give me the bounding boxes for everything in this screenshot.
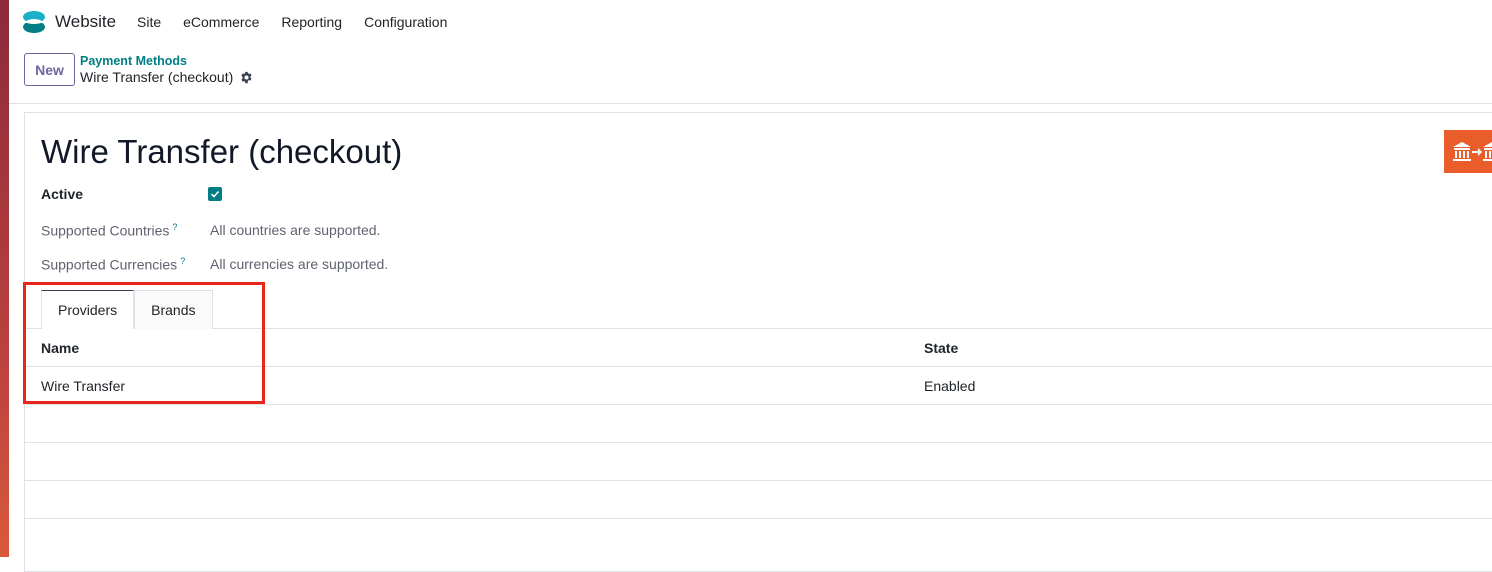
active-label: Active <box>41 186 84 202</box>
help-tooltip-icon[interactable]: ? <box>172 222 177 232</box>
breadcrumb-parent[interactable]: Payment Methods <box>80 54 187 68</box>
empty-table-row <box>25 481 1492 519</box>
cell-provider-state: Enabled <box>924 378 976 394</box>
supported-countries-label-text: Supported Countries <box>41 222 170 239</box>
menu-item-site[interactable]: Site <box>137 14 161 30</box>
breadcrumb-current-label: Wire Transfer (checkout) <box>80 69 234 85</box>
control-panel: New Payment Methods Wire Transfer (check… <box>9 44 1492 104</box>
new-button[interactable]: New <box>24 53 75 86</box>
table-row[interactable]: Wire Transfer Enabled <box>25 367 1492 405</box>
supported-currencies-label: Supported Currencies? <box>41 256 185 273</box>
menu-item-configuration[interactable]: Configuration <box>364 14 447 30</box>
form-sheet: Wire Transfer (checkout) Active Supporte… <box>24 112 1492 572</box>
record-title[interactable]: Wire Transfer (checkout) <box>41 133 402 171</box>
supported-currencies-value: All currencies are supported. <box>210 256 389 272</box>
column-header-state[interactable]: State <box>924 340 958 356</box>
app-name[interactable]: Website <box>55 12 116 32</box>
website-app-icon[interactable] <box>21 10 47 34</box>
bank-transfer-icon <box>1444 130 1492 173</box>
providers-table: Name State Wire Transfer Enabled <box>25 329 1492 519</box>
active-checkbox[interactable] <box>208 187 222 201</box>
supported-countries-value: All countries are supported. <box>210 222 381 238</box>
help-tooltip-icon[interactable]: ? <box>180 256 185 266</box>
empty-table-row <box>25 405 1492 443</box>
tab-providers[interactable]: Providers <box>41 290 135 329</box>
empty-table-row <box>25 443 1492 481</box>
bank-transfer-glyph <box>1453 141 1492 161</box>
window-edge-strip <box>0 0 9 557</box>
supported-currencies-label-text: Supported Currencies <box>41 256 178 273</box>
notebook-tabs: Providers Brands <box>41 290 213 329</box>
gear-icon[interactable] <box>240 71 253 84</box>
top-navbar: Website Site eCommerce Reporting Configu… <box>9 0 1492 44</box>
breadcrumb-current: Wire Transfer (checkout) <box>80 69 253 85</box>
main-menu: Site eCommerce Reporting Configuration <box>137 14 469 30</box>
table-header-row: Name State <box>25 329 1492 367</box>
supported-countries-label: Supported Countries? <box>41 222 177 239</box>
menu-item-ecommerce[interactable]: eCommerce <box>183 14 259 30</box>
tab-brands[interactable]: Brands <box>134 290 213 329</box>
cell-provider-name: Wire Transfer <box>41 378 126 394</box>
column-header-name[interactable]: Name <box>41 340 79 356</box>
check-icon <box>210 190 220 198</box>
menu-item-reporting[interactable]: Reporting <box>281 14 342 30</box>
